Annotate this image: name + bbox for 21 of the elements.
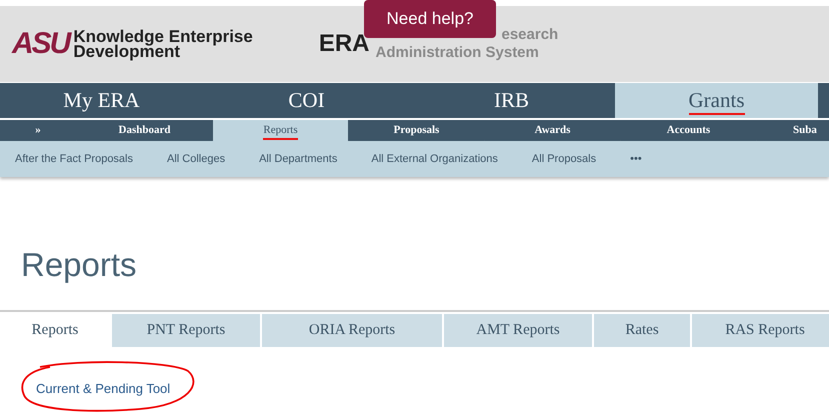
sub-nav-tab[interactable]: Reports: [213, 120, 348, 141]
report-link[interactable]: All Proposals: [532, 150, 596, 168]
logo-text: Administration System: [376, 44, 540, 62]
logo-text: Knowledge Enterprise: [73, 29, 253, 44]
tab[interactable]: Rates: [594, 314, 690, 347]
logo-mark: ASU: [12, 29, 70, 59]
help-button[interactable]: Need help?: [364, 0, 496, 38]
tab[interactable]: ORIA Reports: [262, 314, 442, 347]
tab[interactable]: RAS Reports: [692, 314, 829, 347]
logo-text: Development: [73, 44, 180, 59]
report-link[interactable]: All External Organizations: [371, 150, 498, 168]
main-nav-tab[interactable]: Grants: [615, 83, 818, 118]
logo-text: esearch: [502, 26, 558, 44]
report-link[interactable]: All Departments: [259, 150, 338, 168]
tab[interactable]: PNT Reports: [112, 314, 260, 347]
report-link[interactable]: All Colleges: [167, 150, 226, 168]
link[interactable]: Current & Pending Tool: [36, 381, 170, 396]
page-title: Reports: [21, 245, 138, 285]
report-link[interactable]: •••: [630, 150, 642, 168]
report-link[interactable]: After the Fact Proposals: [15, 150, 133, 168]
tab[interactable]: AMT Reports: [444, 314, 592, 347]
